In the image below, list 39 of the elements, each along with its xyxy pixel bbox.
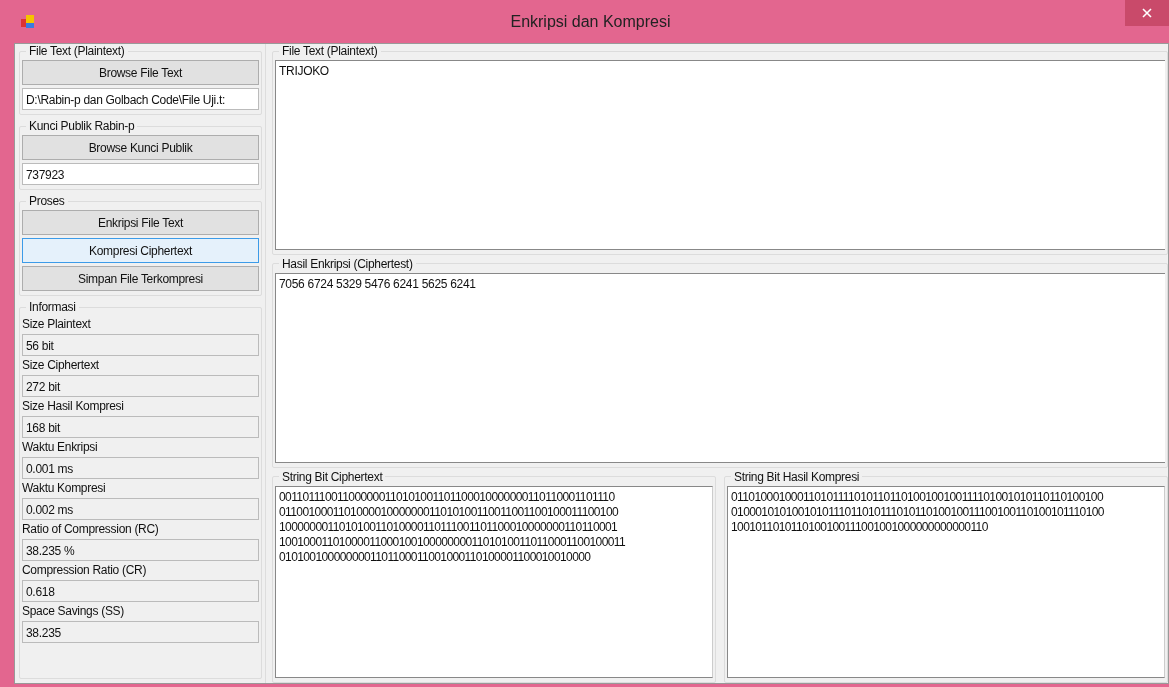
- field-label: Size Hasil Kompresi: [22, 398, 125, 415]
- info-field: 0.002 ms: [22, 498, 259, 520]
- browse-file-button[interactable]: Browse File Text: [22, 60, 259, 85]
- path-field[interactable]: D:\Rabin-p dan Golbach Code\File Uji.t:: [22, 88, 259, 110]
- info-field: 168 bit: [22, 416, 259, 438]
- info-field: 56 bit: [22, 334, 259, 356]
- app-icon: [20, 13, 36, 30]
- group-title: String Bit Ciphertext: [281, 469, 384, 484]
- info-field: 38.235 %: [22, 539, 259, 561]
- group-title: Kunci Publik Rabin-p: [28, 119, 136, 133]
- field-label: Space Savings (SS): [22, 603, 125, 620]
- info-field: 38.235: [22, 621, 259, 643]
- key-field[interactable]: 737923: [22, 163, 259, 185]
- info-field: 0.618: [22, 580, 259, 602]
- plaintext-area[interactable]: TRIJOKO: [275, 60, 1165, 250]
- field-label: Size Ciphertext: [22, 357, 100, 374]
- field-label: Waktu Enkripsi: [22, 439, 99, 456]
- group-title: String Bit Hasil Kompresi: [733, 469, 861, 484]
- process-button[interactable]: Enkripsi File Text: [22, 210, 259, 235]
- window-title: Enkripsi dan Kompresi: [509, 12, 672, 31]
- group-title: Informasi: [28, 300, 77, 314]
- bit-string-area[interactable]: 001101110011000000110101001101100010000000110110001101110 011001000110100001000000011010100110011001100100011100100 100000001101010011010000110111001101100010000000110110001 1001000110100001100010010000000011010100110110001100100011 0101001000000001101100011001000110100001100010010000: [275, 485, 713, 678]
- group-title: File Text (Plaintext): [281, 44, 379, 58]
- close-button[interactable]: [1125, 0, 1169, 26]
- bit-string-area[interactable]: 011010001000110101111010110110100100100111101001010110110100100 010001010100101011101101011101011010010011100100110100101110100 1001011010110100100111001001000000000000110: [727, 485, 1165, 678]
- info-field: 272 bit: [22, 375, 259, 397]
- field-label: Ratio of Compression (RC): [22, 521, 160, 538]
- field-label: Waktu Kompresi: [22, 480, 107, 497]
- info-field: 0.001 ms: [22, 457, 259, 479]
- field-label: Compression Ratio (CR): [22, 562, 148, 579]
- process-button[interactable]: Simpan File Terkompresi: [22, 266, 259, 291]
- ciphertext-area[interactable]: 7056 6724 5329 5476 6241 5625 6241: [275, 272, 1165, 463]
- group-title: File Text (Plaintext): [28, 44, 126, 58]
- group-title: Proses: [28, 194, 66, 208]
- close-icon: [1142, 8, 1152, 18]
- field-label: Size Plaintext: [22, 316, 92, 333]
- browse-key-button[interactable]: Browse Kunci Publik: [22, 135, 259, 160]
- group-title: Hasil Enkripsi (Ciphertest): [281, 256, 414, 271]
- process-button[interactable]: Kompresi Ciphertext: [22, 238, 259, 263]
